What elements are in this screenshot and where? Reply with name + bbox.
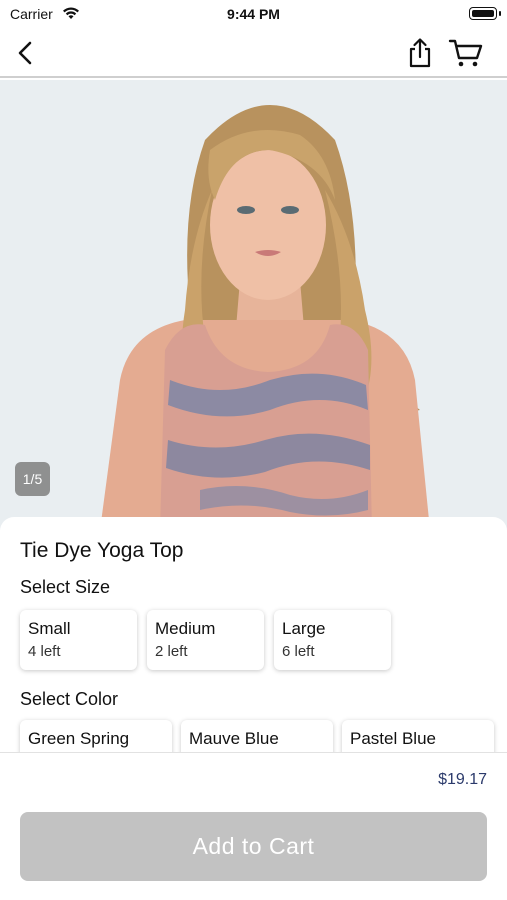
size-option-medium[interactable]: Medium 2 left [147, 610, 264, 670]
size-option-small[interactable]: Small 4 left [20, 610, 137, 670]
image-page-indicator: 1/5 [15, 462, 50, 496]
size-stock: 2 left [155, 643, 188, 660]
model-photo [0, 80, 507, 530]
select-color-heading: Select Color [20, 689, 119, 709]
size-name: Medium [155, 619, 216, 638]
cart-button[interactable] [446, 33, 486, 73]
battery-icon [469, 7, 501, 20]
product-title: Tie Dye Yoga Top [20, 539, 184, 562]
size-stock: 6 left [282, 643, 315, 660]
product-image[interactable] [0, 80, 507, 530]
color-option-mauve-blue[interactable]: Mauve Blue [181, 720, 333, 752]
back-button[interactable] [6, 33, 46, 73]
color-option-pastel-blue[interactable]: Pastel Blue [342, 720, 494, 752]
size-name: Small [28, 619, 71, 638]
navigation-bar [0, 28, 507, 78]
color-name: Mauve Blue [189, 729, 279, 748]
cart-icon [448, 39, 483, 67]
color-option-green-spring[interactable]: Green Spring [20, 720, 172, 752]
share-icon [409, 38, 431, 68]
product-details-sheet: Tie Dye Yoga Top Select Size Small 4 lef… [0, 517, 507, 752]
share-button[interactable] [400, 33, 440, 73]
size-name: Large [282, 619, 326, 638]
chevron-left-icon [18, 41, 32, 65]
select-size-heading: Select Size [20, 577, 111, 597]
color-name: Green Spring [28, 729, 130, 748]
status-time: 9:44 PM [227, 6, 280, 22]
size-option-large[interactable]: Large 6 left [274, 610, 391, 670]
purchase-bar: $19.17 Add to Cart [0, 752, 507, 900]
status-bar: Carrier 9:44 PM [0, 0, 507, 28]
add-to-cart-button[interactable]: Add to Cart [20, 812, 487, 881]
size-stock: 4 left [28, 643, 61, 660]
product-price: $19.17 [438, 771, 487, 788]
color-name: Pastel Blue [350, 729, 436, 748]
